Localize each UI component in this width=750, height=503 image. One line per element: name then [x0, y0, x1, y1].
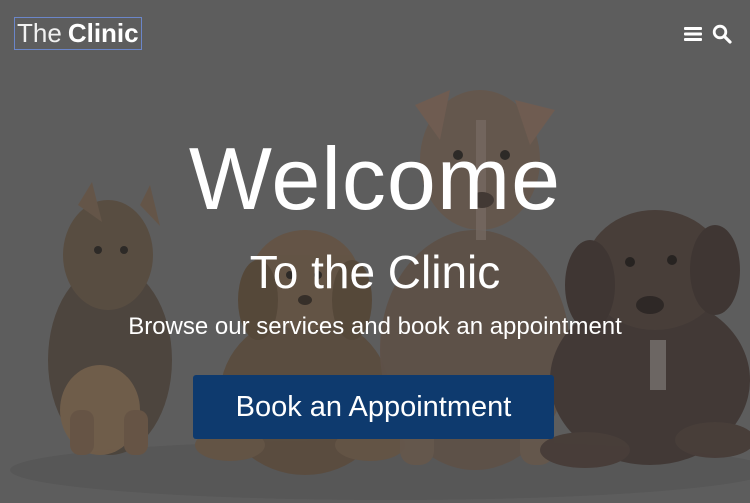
hero-tagline: Browse our services and book an appointm…	[128, 313, 622, 340]
hero-title: Welcome	[188, 129, 562, 228]
book-appointment-button[interactable]: Book an Appointment	[193, 375, 554, 439]
hero-content: Welcome To the Clinic Browse our service…	[0, 0, 750, 503]
hero-section: The Clinic Welcome To the Clinic Browse …	[0, 0, 750, 503]
hero-subtitle: To the Clinic	[249, 246, 501, 298]
